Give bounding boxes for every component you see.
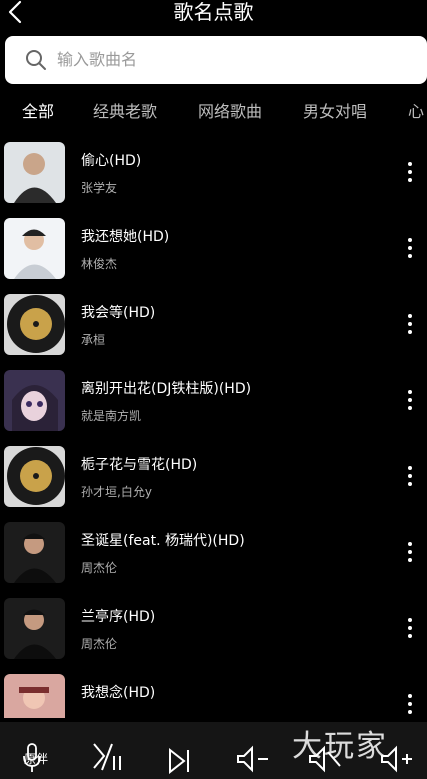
list-item[interactable]: 偷心(HD) 张学友 bbox=[0, 140, 427, 216]
more-options-icon[interactable] bbox=[405, 542, 415, 566]
song-title: 偷心(HD) bbox=[81, 153, 142, 169]
list-item[interactable]: 我想念(HD) bbox=[0, 672, 427, 718]
tab-more[interactable]: 心 bbox=[408, 100, 424, 124]
vinyl-record-icon bbox=[4, 446, 65, 507]
song-title: 栀子花与雪花(HD) bbox=[81, 457, 198, 473]
original-accompany-label[interactable]: 原伴 bbox=[24, 750, 48, 767]
portrait-icon bbox=[4, 142, 65, 203]
portrait-icon bbox=[4, 674, 65, 718]
tab-classic-oldies[interactable]: 经典老歌 bbox=[93, 100, 157, 124]
list-item[interactable]: 兰亭序(HD) 周杰伦 bbox=[0, 596, 427, 672]
song-artist: 孙才垣,白允y bbox=[81, 485, 152, 499]
more-options-icon[interactable] bbox=[405, 694, 415, 718]
more-options-icon[interactable] bbox=[405, 162, 415, 186]
song-artist: 承桓 bbox=[81, 333, 106, 347]
song-list: 偷心(HD) 张学友 我还想她(HD) 林俊杰 我会等(HD) 承桓 离别开出花… bbox=[0, 140, 427, 718]
watermark-logo: 大玩家 bbox=[292, 729, 388, 764]
song-title: 离别开出花(DJ铁柱版)(HD) bbox=[81, 381, 252, 397]
header: 歌名点歌 bbox=[0, 0, 427, 30]
song-artist: 周杰伦 bbox=[81, 561, 118, 575]
vinyl-record-icon bbox=[4, 294, 65, 355]
more-options-icon[interactable] bbox=[405, 238, 415, 262]
more-options-icon[interactable] bbox=[405, 466, 415, 490]
play-pause-icon[interactable] bbox=[90, 738, 126, 774]
song-title: 圣诞星(feat. 杨瑞代)(HD) bbox=[81, 533, 245, 549]
portrait-icon bbox=[4, 598, 65, 659]
list-item[interactable]: 离别开出花(DJ铁柱版)(HD) 就是南方凯 bbox=[0, 368, 427, 444]
tab-duets[interactable]: 男女对唱 bbox=[303, 100, 367, 124]
list-item[interactable]: 圣诞星(feat. 杨瑞代)(HD) 周杰伦 bbox=[0, 520, 427, 596]
more-options-icon[interactable] bbox=[405, 390, 415, 414]
list-item[interactable]: 我还想她(HD) 林俊杰 bbox=[0, 216, 427, 292]
tab-internet-songs[interactable]: 网络歌曲 bbox=[198, 100, 262, 124]
song-artist: 周杰伦 bbox=[81, 637, 118, 651]
tab-all[interactable]: 全部 bbox=[22, 100, 54, 124]
anime-portrait-icon bbox=[4, 370, 65, 431]
song-artist: 林俊杰 bbox=[81, 257, 118, 271]
more-options-icon[interactable] bbox=[405, 314, 415, 338]
volume-down-icon[interactable] bbox=[234, 738, 270, 774]
search-placeholder: 输入歌曲名 bbox=[57, 50, 138, 69]
more-options-icon[interactable] bbox=[405, 618, 415, 642]
song-artist: 就是南方凯 bbox=[81, 409, 142, 423]
list-item[interactable]: 我会等(HD) 承桓 bbox=[0, 292, 427, 368]
category-tabs: 全部 经典老歌 网络歌曲 男女对唱 心 bbox=[0, 96, 427, 132]
search-icon bbox=[26, 50, 46, 70]
song-title: 我还想她(HD) bbox=[81, 229, 170, 245]
list-item[interactable]: 栀子花与雪花(HD) 孙才垣,白允y bbox=[0, 444, 427, 520]
song-title: 我想念(HD) bbox=[81, 685, 156, 701]
page-title: 歌名点歌 bbox=[173, 0, 254, 24]
portrait-icon bbox=[4, 218, 65, 279]
portrait-icon bbox=[4, 522, 65, 583]
song-artist: 张学友 bbox=[81, 181, 118, 195]
song-title: 兰亭序(HD) bbox=[81, 609, 156, 625]
song-title: 我会等(HD) bbox=[81, 305, 156, 321]
search-box[interactable]: 输入歌曲名 bbox=[5, 36, 427, 84]
next-track-icon[interactable] bbox=[162, 738, 198, 774]
